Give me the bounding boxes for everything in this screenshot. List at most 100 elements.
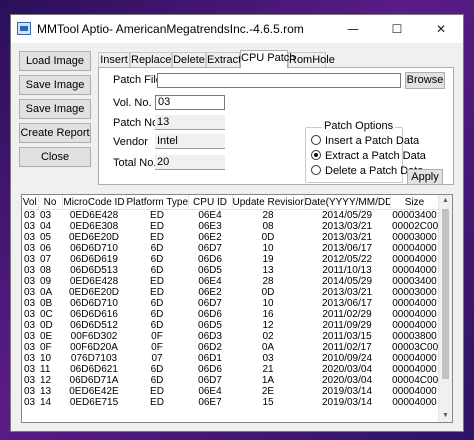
table-cell: 06D5 — [198, 265, 222, 276]
option-insert[interactable]: Insert a Patch Data — [311, 135, 419, 147]
total-no-value: 20 — [155, 155, 225, 170]
table-cell: 03 — [40, 210, 52, 221]
scroll-thumb[interactable] — [442, 209, 449, 379]
table-row[interactable]: 03 0A 0ED6E20D ED 06E2 0D 2013/03/21 00003000 — [22, 287, 439, 298]
table-cell: 0ED6E42E — [69, 386, 119, 397]
minimize-button[interactable]: — — [331, 15, 375, 43]
table-row[interactable]: 03 0F 00F6D20A 0F 06D2 0A 2011/02/17 00003C00 — [22, 342, 439, 353]
table-cell: 03 — [24, 309, 36, 320]
table-cell: 00004000 — [392, 364, 437, 375]
table-cell: 2011/02/29 — [322, 309, 372, 320]
table-row[interactable]: 03 0E 00F6D302 0F 06D3 02 2011/03/15 00003800 — [22, 331, 439, 342]
table-cell: 0ED6E20D — [68, 287, 120, 298]
table-cell: 21 — [262, 364, 274, 375]
table-row[interactable]: 03 13 0ED6E42E ED 06E4 2E 2019/03/14 00004000 — [22, 386, 439, 397]
table-cell: 04 — [40, 221, 52, 232]
app-window: MMTool Aptio- AmericanMegatrendsInc.-4.6… — [10, 14, 464, 432]
patch-file-input[interactable] — [157, 73, 401, 88]
col-size[interactable]: Size — [390, 195, 440, 210]
col-microcode-id[interactable]: MicroCode ID — [62, 195, 127, 210]
table-cell: 09 — [40, 276, 52, 287]
table-row[interactable]: 03 03 0ED6E428 ED 06E4 28 2014/05/29 00003400 — [22, 210, 439, 222]
table-row[interactable]: 03 09 0ED6E428 ED 06E4 28 2014/05/29 00003400 — [22, 276, 439, 287]
option-extract[interactable]: Extract a Patch Data — [311, 150, 426, 162]
table-cell: 06D3 — [198, 331, 222, 342]
table-cell: 06E7 — [198, 397, 222, 408]
table-row[interactable]: 03 0D 06D6D512 6D 06D5 12 2011/09/29 00004000 — [22, 320, 439, 331]
table-scrollbar[interactable]: ▲ ▼ — [438, 195, 452, 422]
table-cell: 00004000 — [392, 353, 437, 364]
table-cell: 06D2 — [198, 342, 222, 353]
save-image-as-button[interactable]: Save Image as.. — [19, 99, 91, 133]
maximize-button[interactable]: ☐ — [375, 15, 419, 43]
table-row[interactable]: 03 0B 06D6D710 6D 06D7 10 2013/06/17 00004000 — [22, 298, 439, 309]
table-cell: 0ED6E20D — [68, 232, 120, 243]
table-cell: 03 — [24, 331, 36, 342]
load-image-button[interactable]: Load Image — [19, 51, 91, 71]
table-cell: 03 — [262, 353, 274, 364]
radio-delete[interactable] — [311, 165, 321, 175]
table-cell: 06D7 — [198, 375, 222, 386]
table-row[interactable]: 03 07 06D6D619 6D 06D6 19 2012/05/22 00004000 — [22, 254, 439, 265]
tab-delete[interactable]: Delete — [172, 52, 206, 67]
table-cell: 6D — [150, 375, 164, 386]
col-update-revision[interactable]: Update Revision — [232, 195, 305, 210]
table-row[interactable]: 03 0C 06D6D616 6D 06D6 16 2011/02/29 00004000 — [22, 309, 439, 320]
option-extract-label: Extract a Patch Data — [325, 150, 426, 162]
table-row[interactable]: 03 06 06D6D710 6D 06D7 10 2013/06/17 00004000 — [22, 243, 439, 254]
table-cell: 1A — [261, 375, 275, 386]
table-cell: 2020/03/04 — [321, 375, 373, 386]
table-cell: 0F — [151, 342, 163, 353]
browse-button[interactable]: Browse — [405, 72, 445, 89]
col-vol[interactable]: Vol — [22, 195, 39, 210]
table-row[interactable]: 03 04 0ED6E308 ED 06E3 08 2013/03/21 00002C00 — [22, 221, 439, 232]
scroll-down-icon[interactable]: ▼ — [439, 410, 452, 422]
table-cell: ED — [150, 221, 164, 232]
apply-button[interactable]: Apply — [407, 169, 443, 185]
col-platform-type[interactable]: Platform Type — [126, 195, 189, 210]
table-cell: 0ED6E428 — [69, 276, 119, 287]
table-cell: 03 — [24, 320, 36, 331]
col-no[interactable]: No — [38, 195, 63, 210]
table-cell: 00004000 — [392, 397, 437, 408]
create-report-button[interactable]: Create Report — [19, 123, 91, 143]
table-cell: 00004000 — [392, 320, 437, 331]
col-date[interactable]: Date(YYYY/MM/DD) — [304, 195, 391, 210]
table-cell: 6D — [150, 298, 164, 309]
table-cell: 00004000 — [392, 243, 437, 254]
table-cell: 06E3 — [198, 221, 222, 232]
table-cell: 08 — [40, 265, 52, 276]
table-cell: 00003400 — [392, 210, 437, 221]
table-cell: 28 — [262, 276, 274, 287]
table-row[interactable]: 03 14 0ED6E715 ED 06E7 15 2019/03/14 00004000 — [22, 397, 439, 408]
title-bar: MMTool Aptio- AmericanMegatrendsInc.-4.6… — [11, 15, 463, 43]
table-cell: 03 — [24, 386, 36, 397]
scroll-up-icon[interactable]: ▲ — [439, 195, 452, 207]
radio-extract[interactable] — [311, 150, 321, 160]
table-cell: 2019/03/14 — [321, 397, 373, 408]
tab-replace[interactable]: Replace — [130, 52, 172, 67]
save-image-button[interactable]: Save Image — [19, 75, 91, 95]
table-cell: 06D6D513 — [70, 265, 118, 276]
table-row[interactable]: 03 11 06D6D621 6D 06D6 21 2020/03/04 00004000 — [22, 364, 439, 375]
table-cell: 12 — [262, 320, 274, 331]
col-cpu-id[interactable]: CPU ID — [188, 195, 233, 210]
table-cell: 15 — [262, 397, 274, 408]
table-cell: 0F — [40, 342, 52, 353]
close-window-button[interactable]: ✕ — [419, 15, 463, 43]
total-no-label: Total No. — [113, 157, 157, 169]
tab-extract[interactable]: Extract — [206, 52, 241, 67]
radio-insert[interactable] — [311, 135, 321, 145]
table-row[interactable]: 03 12 06D6D71A 6D 06D7 1A 2020/03/04 00004C00 — [22, 375, 439, 386]
close-button[interactable]: Close — [19, 147, 91, 167]
table-row[interactable]: 03 08 06D6D513 6D 06D5 13 2011/10/13 00004000 — [22, 265, 439, 276]
table-cell: 2013/06/17 — [321, 298, 373, 309]
table-cell: 0ED6E715 — [69, 397, 119, 408]
table-row[interactable]: 03 10 076D7103 07 06D1 03 2010/09/24 00004000 — [22, 353, 439, 364]
patch-table[interactable]: Vol No MicroCode ID Platform Type CPU ID… — [21, 194, 453, 423]
vol-no-input[interactable]: 03 — [155, 95, 225, 110]
tab-insert[interactable]: Insert — [98, 52, 130, 67]
table-row[interactable]: 03 05 0ED6E20D ED 06E2 0D 2013/03/21 00003000 — [22, 232, 439, 243]
tab-cpu-patch[interactable]: CPU Patch — [240, 50, 295, 68]
table-cell: 00003800 — [392, 331, 437, 342]
